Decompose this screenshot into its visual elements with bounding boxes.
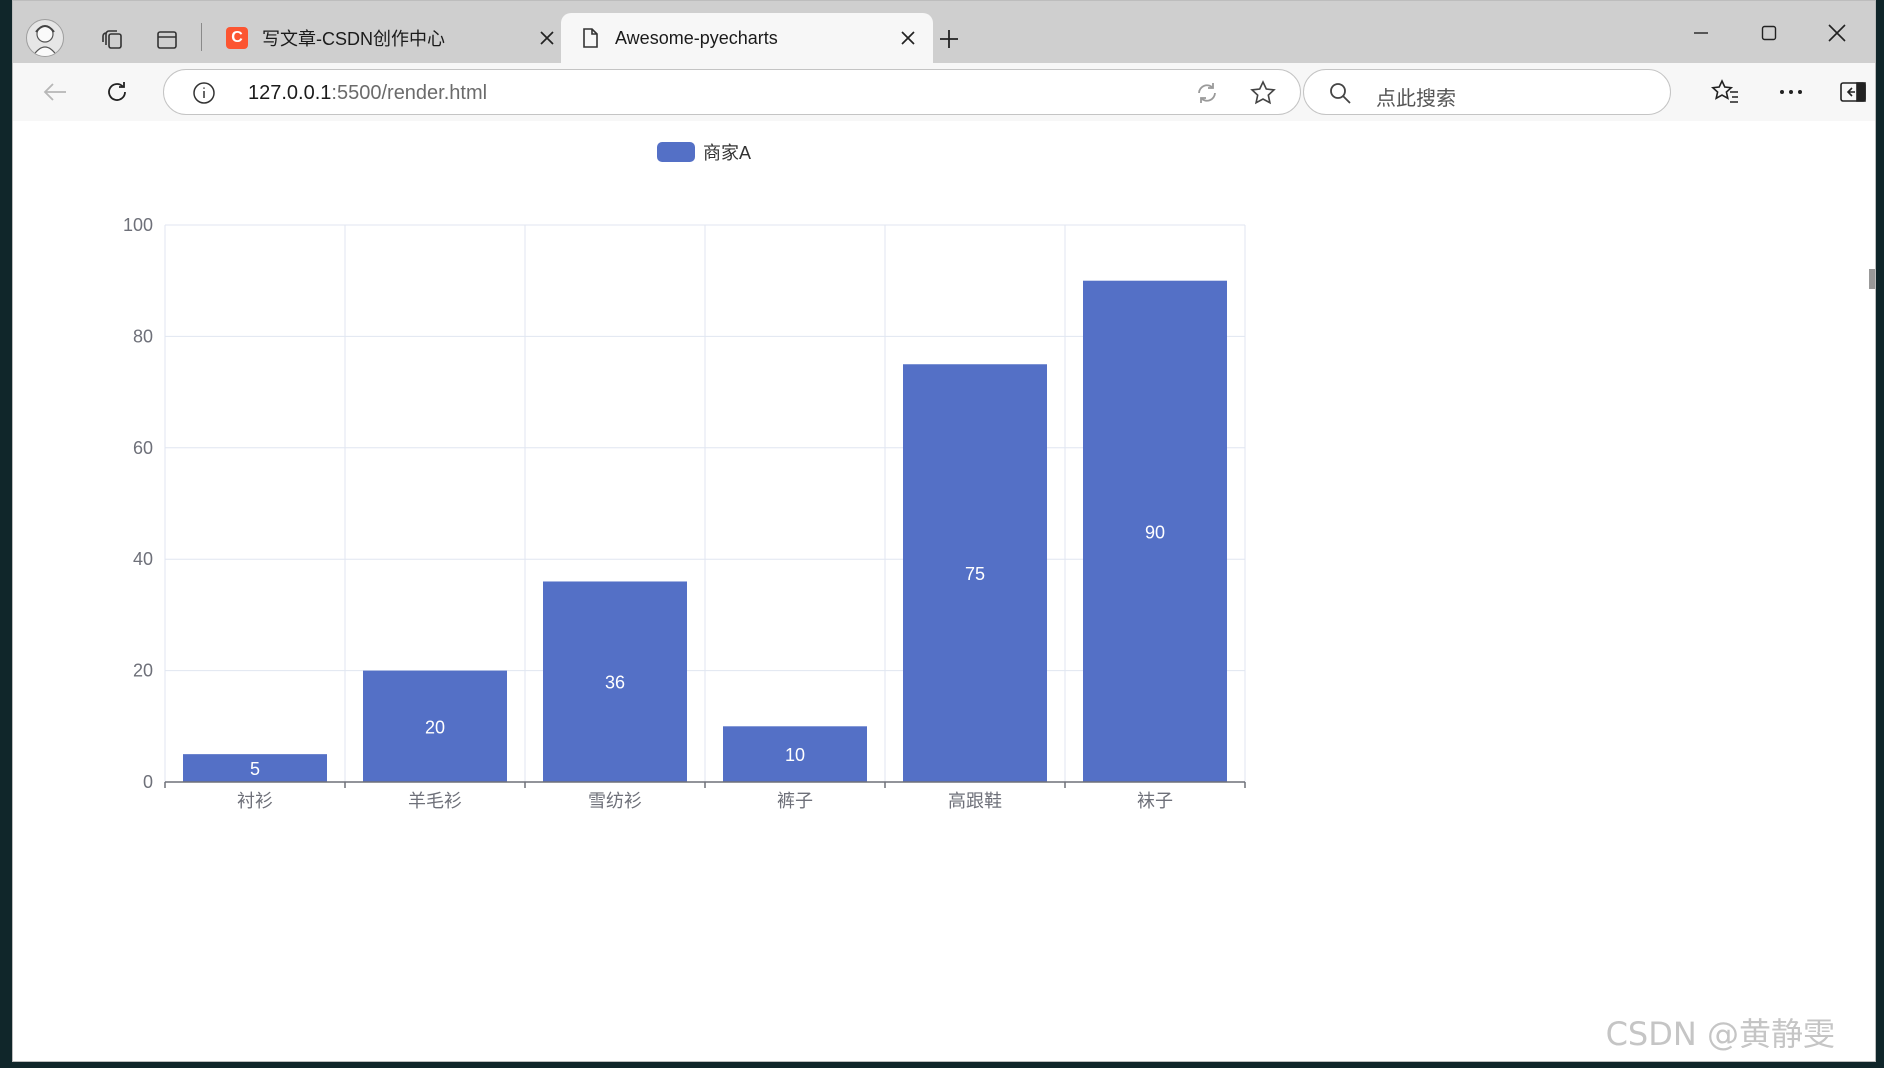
url-text[interactable]: 127.0.0.1:5500/render.html — [248, 82, 487, 105]
bar-data-label: 90 — [1145, 522, 1165, 542]
url-host: 127.0.0.1 — [248, 82, 332, 104]
tab-title: 写文章-CSDN创作中心 — [262, 29, 445, 49]
back-icon[interactable] — [37, 74, 73, 110]
browser-window: C 写文章-CSDN创作中心 Awesome-pyecharts 127.0.0… — [12, 0, 1876, 1062]
sidebar-toggle-icon[interactable] — [1835, 74, 1871, 110]
favorites-list-icon[interactable] — [1707, 74, 1743, 110]
csdn-c-icon: C — [226, 27, 248, 49]
maximize-icon[interactable] — [1739, 15, 1799, 51]
legend-label[interactable]: 商家A — [703, 143, 751, 163]
page-content: 0 20 40 60 80 100 5 20 36 10 75 90 衬衫 羊毛衫 雪纺衫 裤子 高跟鞋 袜子 商家… — [13, 121, 1875, 1061]
x-tick-label: 雪纺衫 — [588, 791, 642, 811]
x-tick-label: 袜子 — [1137, 791, 1173, 811]
collections-icon[interactable] — [95, 22, 131, 58]
close-tab-icon[interactable] — [534, 25, 560, 51]
refresh-icon[interactable] — [99, 74, 135, 110]
search-box[interactable]: 点此搜索 — [1303, 69, 1671, 115]
site-info-icon[interactable] — [192, 81, 216, 110]
x-tick-label: 高跟鞋 — [948, 791, 1002, 811]
tab-separator — [201, 23, 202, 51]
x-tick-label: 衬衫 — [237, 791, 273, 811]
bar-data-label: 36 — [605, 673, 625, 693]
tab-csdn[interactable]: C 写文章-CSDN创作中心 — [208, 13, 572, 63]
search-icon — [1328, 81, 1352, 110]
legend-swatch[interactable] — [657, 142, 695, 162]
close-window-icon[interactable] — [1807, 15, 1867, 51]
profile-avatar[interactable] — [26, 19, 64, 57]
close-tab-icon[interactable] — [895, 25, 921, 51]
bar-data-label: 20 — [425, 717, 445, 737]
y-tick-label: 40 — [133, 549, 153, 569]
scrollbar[interactable] — [1869, 269, 1875, 289]
y-tick-label: 20 — [133, 661, 153, 681]
y-tick-label: 80 — [133, 326, 153, 346]
y-tick-label: 0 — [143, 772, 153, 792]
bar-data-label: 10 — [785, 745, 805, 765]
address-bar[interactable]: 127.0.0.1:5500/render.html — [163, 69, 1301, 115]
url-path: :5500/render.html — [331, 82, 488, 104]
tab-awesome-pyecharts[interactable]: Awesome-pyecharts — [561, 13, 933, 63]
csdn-watermark: CSDN @黄静雯 — [1605, 1015, 1835, 1053]
vertical-tabs-icon[interactable] — [149, 22, 185, 58]
more-menu-icon[interactable] — [1773, 74, 1809, 110]
x-tick-label: 羊毛衫 — [408, 791, 462, 811]
search-placeholder: 点此搜索 — [1376, 88, 1456, 110]
tab-strip: C 写文章-CSDN创作中心 Awesome-pyecharts — [13, 1, 1875, 63]
page-icon — [579, 27, 601, 49]
tab-title: Awesome-pyecharts — [615, 27, 778, 48]
y-tick-label: 100 — [123, 215, 153, 235]
navigation-toolbar: 127.0.0.1:5500/render.html 点此搜索 — [13, 63, 1875, 121]
x-tick-label: 裤子 — [777, 791, 813, 811]
minimize-icon[interactable] — [1671, 15, 1731, 51]
bar-data-label: 5 — [250, 759, 260, 779]
bar-data-label: 75 — [965, 564, 985, 584]
read-aloud-icon[interactable] — [1194, 80, 1220, 111]
y-tick-label: 60 — [133, 438, 153, 458]
bar-chart: 0 20 40 60 80 100 5 20 36 10 75 90 衬衫 羊毛衫 雪纺衫 裤子 高跟鞋 袜子 商家… — [123, 142, 1246, 811]
favorite-star-icon[interactable] — [1250, 80, 1276, 111]
new-tab-icon[interactable] — [931, 21, 967, 57]
